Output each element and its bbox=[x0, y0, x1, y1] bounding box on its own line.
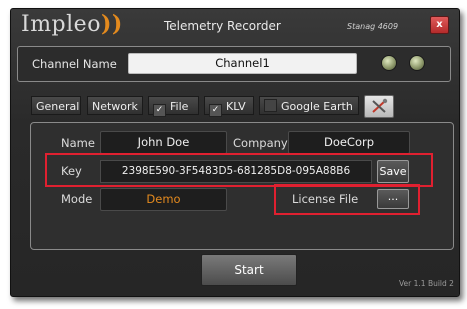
name-field[interactable]: John Doe bbox=[100, 131, 227, 154]
channel-name-input[interactable]: Channel1 bbox=[128, 53, 357, 74]
status-led-1 bbox=[381, 55, 397, 71]
google-earth-checkbox[interactable] bbox=[264, 99, 277, 112]
name-label: Name bbox=[61, 136, 95, 150]
channel-name-label: Channel Name bbox=[32, 57, 117, 71]
company-label: Company bbox=[233, 136, 288, 150]
tools-icon bbox=[372, 98, 388, 113]
company-field[interactable]: DoeCorp bbox=[288, 131, 410, 154]
tab-file[interactable]: ✓ File bbox=[148, 96, 199, 117]
status-led-2 bbox=[409, 55, 425, 71]
tab-klv[interactable]: ✓ KLV bbox=[204, 96, 254, 117]
impleo-logo: Impleo)) bbox=[21, 11, 123, 37]
key-highlight-box bbox=[45, 153, 433, 187]
tab-general[interactable]: General bbox=[31, 96, 81, 115]
tab-network[interactable]: Network bbox=[87, 96, 143, 115]
tab-google-earth[interactable]: Google Earth bbox=[259, 96, 359, 115]
window-title: Telemetry Recorder bbox=[164, 19, 281, 33]
file-checkbox[interactable]: ✓ bbox=[153, 104, 166, 117]
close-button[interactable]: x bbox=[430, 16, 449, 34]
app-window: Impleo)) Telemetry Recorder Stanag 4609 … bbox=[10, 8, 460, 297]
version-label: Ver 1.1 Build 2 bbox=[399, 279, 454, 288]
license-highlight-box bbox=[274, 184, 420, 215]
mode-label: Mode bbox=[61, 192, 93, 206]
stanag-label: Stanag 4609 bbox=[347, 22, 399, 31]
klv-checkbox[interactable]: ✓ bbox=[209, 104, 222, 117]
start-button[interactable]: Start bbox=[201, 254, 297, 286]
mode-field: Demo bbox=[100, 188, 227, 211]
tools-button[interactable] bbox=[364, 95, 394, 118]
